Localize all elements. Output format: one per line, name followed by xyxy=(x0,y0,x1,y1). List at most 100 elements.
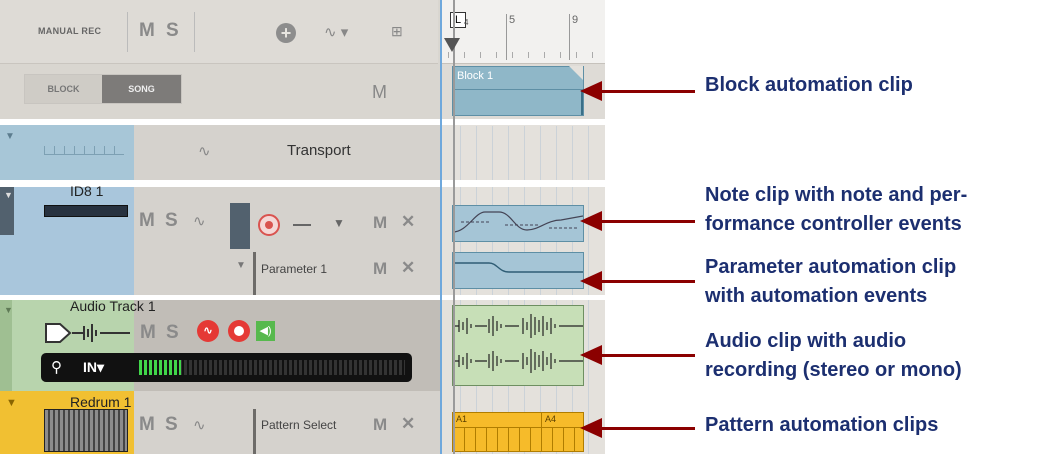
input-meter-bar: ⚲ IN▾ xyxy=(41,353,412,382)
id8-track-color xyxy=(0,187,134,295)
annotation-note-clip-2: formance controller events xyxy=(705,213,962,235)
annotation-pattern-clips: Pattern automation clips xyxy=(705,414,939,436)
record-dot-icon xyxy=(265,221,273,229)
annotation-note-clip-1: Note clip with note and per- xyxy=(705,184,968,206)
wrench-icon[interactable]: ⚲ xyxy=(51,358,62,376)
playhead-marker-icon[interactable] xyxy=(444,38,460,52)
device-thumbnail xyxy=(44,409,128,452)
song-position-line[interactable] xyxy=(440,0,442,454)
grid-icon[interactable]: ⊞ xyxy=(391,23,403,40)
collapse-arrow-icon[interactable]: ▼ xyxy=(236,260,246,271)
manual-rec-button[interactable]: MANUAL REC xyxy=(38,26,101,36)
lane-delete-button[interactable]: ✕ xyxy=(401,414,415,434)
annotation-parameter-clip-1: Parameter automation clip xyxy=(705,256,957,278)
dropdown-arrow-icon[interactable]: ▼ xyxy=(333,216,345,230)
lane-mute-button[interactable]: M xyxy=(373,213,387,233)
annotation-arrow xyxy=(580,418,695,438)
pattern-divider xyxy=(541,413,542,427)
record-enable-button[interactable] xyxy=(228,320,250,342)
record-dot-icon xyxy=(234,326,244,336)
parameter-automation-clip[interactable] xyxy=(452,252,584,289)
level-meter-fill xyxy=(139,360,181,375)
track-gap xyxy=(440,180,605,187)
lane-handle xyxy=(230,203,250,249)
block-mode-button[interactable]: BLOCK xyxy=(25,75,102,103)
mute-button[interactable]: M xyxy=(139,414,155,436)
sequencer-header: MANUAL REC M S + ∿ ▾ ⊞ xyxy=(0,0,438,64)
parameter-lane-name: Parameter 1 xyxy=(261,262,328,276)
solo-button[interactable]: S xyxy=(165,414,178,436)
clip-name: Block 1 xyxy=(457,70,494,82)
param-delete-button[interactable]: ✕ xyxy=(401,258,415,278)
solo-button[interactable]: S xyxy=(165,210,178,232)
sequencer-window: MANUAL REC M S + ∿ ▾ ⊞ BLOCK SONG M ▼ ∿ … xyxy=(0,0,605,454)
collapse-arrow-icon[interactable]: ▼ xyxy=(5,131,15,142)
lane-delete-button[interactable]: ✕ xyxy=(401,212,415,232)
collapse-arrow-icon[interactable]: ▼ xyxy=(4,305,13,315)
lane-bar xyxy=(253,409,256,454)
divider xyxy=(194,12,195,52)
ruler-sub-label: 4 xyxy=(464,18,469,27)
block-song-toggle: BLOCK SONG xyxy=(24,74,182,104)
ruler-bar-5: 5 xyxy=(509,14,516,26)
annotation-audio-clip-2: recording (stereo or mono) xyxy=(705,359,962,381)
audio-track: ▼ Audio Track 1 M S ∿ ◀) ⚲ IN▾ xyxy=(0,295,440,391)
playhead-line[interactable] xyxy=(453,0,455,454)
track-gap xyxy=(440,295,605,300)
block-mute-button[interactable]: M xyxy=(372,82,387,103)
dash-icon xyxy=(293,224,311,226)
annotation-arrow xyxy=(580,271,695,291)
clip-line xyxy=(453,89,583,90)
transport-track: ▼ ∿ Transport xyxy=(0,125,440,180)
mute-button[interactable]: M xyxy=(139,210,155,232)
automation-curve-graphic xyxy=(453,262,583,273)
note-clip[interactable] xyxy=(452,205,584,242)
parameter-lane-name: Pattern Select xyxy=(261,418,337,432)
automation-wave-icon[interactable]: ∿ xyxy=(198,142,211,160)
annotation-parameter-clip-2: with automation events xyxy=(705,285,928,307)
pattern-automation-clip[interactable]: A1 A4 xyxy=(452,412,584,452)
annotation-block-clip: Block automation clip xyxy=(705,74,913,96)
automation-wave-icon[interactable]: ∿ xyxy=(193,212,206,230)
ruler-subticks xyxy=(448,52,605,58)
solo-button[interactable]: S xyxy=(166,322,179,344)
audio-waveform-graphic xyxy=(453,314,583,373)
speaker-icon[interactable]: ◀) xyxy=(256,321,275,341)
annotation-arrow xyxy=(580,81,695,101)
track-name: Redrum 1 xyxy=(70,394,132,410)
divider xyxy=(127,12,128,52)
ruler-bar-9: 9 xyxy=(572,14,579,26)
add-track-icon[interactable]: + xyxy=(276,23,296,43)
input-selector[interactable]: IN▾ xyxy=(83,359,104,376)
lane-bar xyxy=(253,252,256,295)
redrum-track: ▼ Redrum 1 M S ∿ Pattern Select M ✕ xyxy=(0,391,440,454)
track-name: Audio Track 1 xyxy=(70,298,156,314)
song-mode-button[interactable]: SONG xyxy=(102,75,181,103)
monitor-button[interactable]: ∿ xyxy=(197,320,219,342)
block-automation-clip[interactable]: Block 1 xyxy=(452,66,584,116)
track-gap xyxy=(0,180,440,187)
param-mute-button[interactable]: M xyxy=(373,259,387,279)
track-name: Transport xyxy=(287,142,351,159)
record-enable-button[interactable] xyxy=(258,214,280,236)
note-events-graphic xyxy=(453,211,583,233)
audio-clip[interactable] xyxy=(452,305,584,386)
collapse-arrow-icon[interactable]: ▼ xyxy=(6,397,17,409)
lane-mute-button[interactable]: M xyxy=(373,415,387,435)
id8-track: ▼ ID8 1 M S ∿ ▼ M ✕ ▼ Parameter 1 M ✕ xyxy=(0,180,440,295)
automation-wave-icon[interactable]: ∿ xyxy=(193,416,206,434)
track-name: ID8 1 xyxy=(70,183,104,199)
audio-track-icon xyxy=(44,322,130,344)
collapse-arrow-icon[interactable]: ▼ xyxy=(4,190,13,200)
mute-button[interactable]: M xyxy=(140,322,156,344)
annotation-audio-clip-1: Audio clip with audio xyxy=(705,330,907,352)
section-divider xyxy=(440,119,605,125)
mute-all-button[interactable]: M xyxy=(139,20,155,42)
pattern-label-a4: A4 xyxy=(545,414,557,424)
transport-ruler-icon xyxy=(44,146,124,155)
solo-all-button[interactable]: S xyxy=(166,20,179,42)
device-thumbnail xyxy=(44,205,128,217)
pattern-label-a1: A1 xyxy=(456,414,468,424)
annotation-arrow xyxy=(580,345,695,365)
automation-wave-icon[interactable]: ∿ ▾ xyxy=(324,23,348,41)
